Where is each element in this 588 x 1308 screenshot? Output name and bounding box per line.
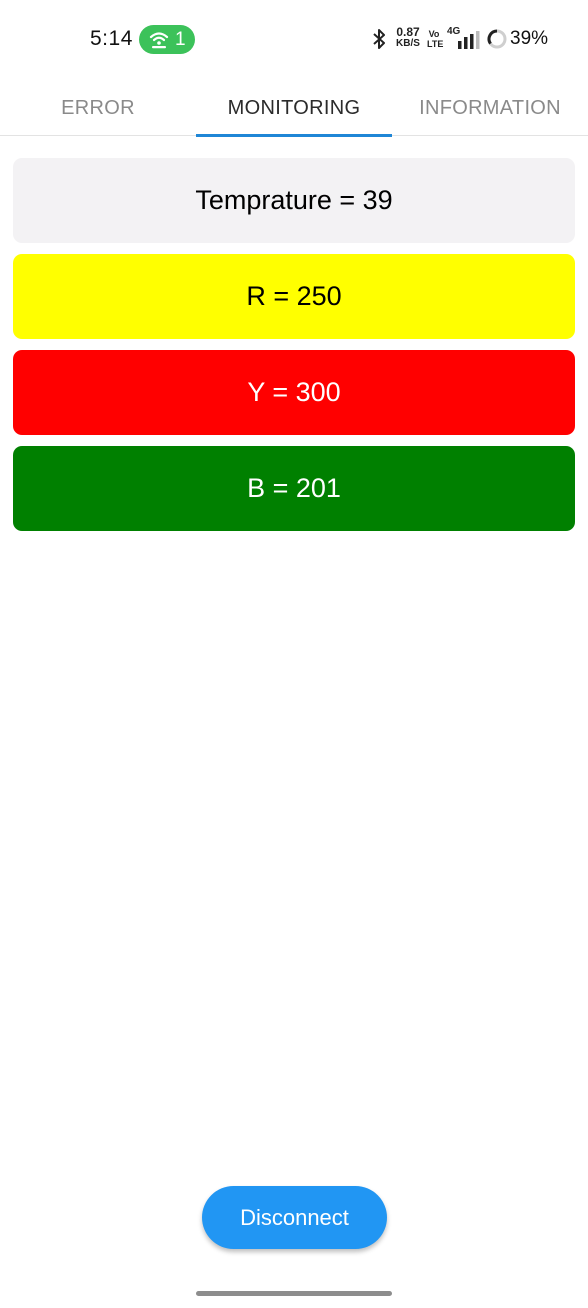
volte-indicator: Vo LTE	[427, 29, 444, 49]
hotspot-badge: 1	[139, 25, 195, 54]
volte-bottom: LTE	[427, 39, 444, 49]
signal-icon	[458, 31, 480, 49]
clock: 5:14	[90, 27, 133, 50]
tab-information[interactable]: INFORMATION	[392, 80, 588, 136]
network-speed: 0.87 KB/S	[395, 25, 421, 49]
volte-top: Vo	[428, 29, 440, 39]
home-indicator[interactable]	[196, 1291, 392, 1296]
b-phase-card: B = 201	[13, 446, 575, 531]
bluetooth-icon	[373, 29, 385, 49]
readings-list: Temprature = 39 R = 250 Y = 300 B = 201	[13, 158, 575, 542]
y-phase-card: Y = 300	[13, 350, 575, 435]
battery-ring-icon	[487, 29, 507, 49]
tab-bar: ERROR MONITORING INFORMATION	[0, 80, 588, 137]
r-phase-card: R = 250	[13, 254, 575, 339]
app-screen: 5:14 1 0.87 KB/S Vo LTE 4G 39% ERROR MON…	[0, 0, 588, 1308]
status-bar: 5:14 1 0.87 KB/S Vo LTE 4G 39%	[0, 0, 588, 80]
network-speed-value: 0.87	[396, 25, 420, 39]
disconnect-button[interactable]: Disconnect	[202, 1186, 387, 1249]
tab-monitoring[interactable]: MONITORING	[196, 80, 392, 137]
hotspot-icon	[149, 32, 169, 49]
tab-error[interactable]: ERROR	[0, 80, 196, 136]
battery-level: 39%	[510, 28, 549, 49]
hotspot-count: 1	[175, 29, 186, 50]
network-speed-unit: KB/S	[396, 38, 420, 49]
temperature-card: Temprature = 39	[13, 158, 575, 243]
